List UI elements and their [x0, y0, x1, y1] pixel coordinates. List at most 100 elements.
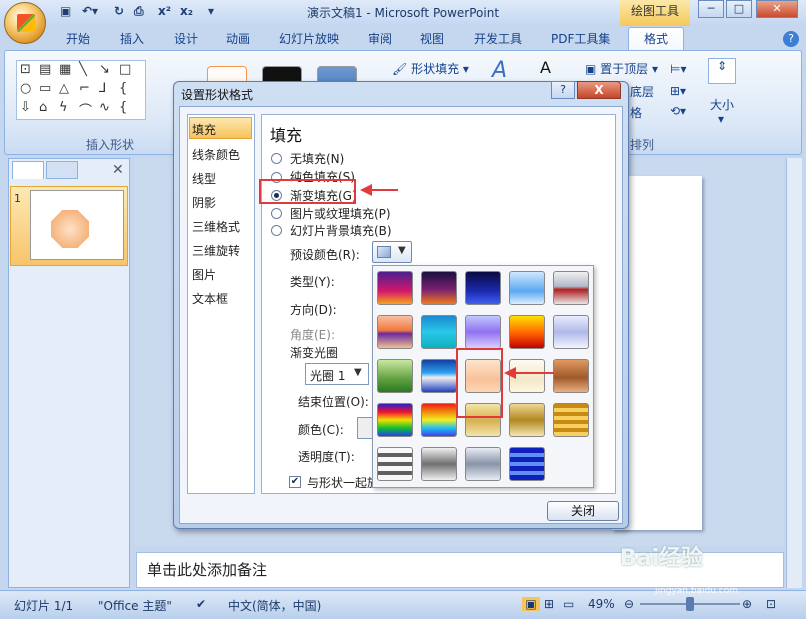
spellcheck-icon[interactable]: ✔ — [196, 597, 206, 611]
size-button[interactable]: 大小 — [710, 96, 734, 113]
align-icon[interactable]: ⊨▾ — [670, 62, 686, 76]
bring-to-front-button[interactable]: ▣ 置于顶层 ▾ — [585, 60, 658, 77]
lightning-shape-icon[interactable]: ϟ — [59, 100, 68, 115]
connector-shape-icon[interactable]: ⌐ — [79, 81, 90, 96]
shape-fill-button[interactable]: 🖌 形状填充 ▾ — [392, 60, 469, 77]
gradient-preset-swatch[interactable] — [465, 315, 501, 349]
category-picture[interactable]: 图片 — [192, 266, 216, 283]
down-arrow-shape-icon[interactable]: ⇩ — [20, 100, 31, 115]
arc-shape-icon[interactable]: ⌒ — [79, 100, 92, 119]
zoom-level[interactable]: 49% — [588, 597, 615, 611]
rotate-icon[interactable]: ⟲▾ — [670, 104, 686, 118]
selection-pane-label[interactable]: 格 — [630, 104, 642, 121]
gradient-preset-swatch[interactable] — [553, 359, 589, 393]
category-fill[interactable]: 填充 — [192, 121, 216, 138]
slide-sorter-icon[interactable]: ⊞ — [544, 597, 554, 611]
gradient-preset-swatch[interactable] — [421, 403, 457, 437]
tab-slideshow[interactable]: 幻灯片放映 — [279, 30, 339, 47]
gradient-preset-swatch[interactable] — [377, 403, 413, 437]
elbow-shape-icon[interactable]: ⅃ — [99, 81, 106, 96]
dialog-close-button[interactable]: 关闭 — [547, 501, 619, 521]
zoom-in-icon[interactable]: ⊕ — [742, 597, 752, 611]
gradient-preset-swatch[interactable] — [553, 271, 589, 305]
slideshow-view-icon[interactable]: ▭ — [563, 597, 574, 611]
rounded-rect-shape-icon[interactable]: ▭ — [39, 81, 51, 96]
zoom-out-icon[interactable]: ⊖ — [624, 597, 634, 611]
gradient-preset-swatch[interactable] — [553, 315, 589, 349]
dialog-close-x-button[interactable]: X — [577, 81, 621, 99]
freeform-shape-icon[interactable]: ⌂ — [39, 100, 47, 115]
gradient-preset-swatch[interactable] — [509, 315, 545, 349]
gradient-preset-swatch[interactable] — [377, 447, 413, 481]
gradient-preset-swatch[interactable] — [421, 447, 457, 481]
category-shadow[interactable]: 阴影 — [192, 194, 216, 211]
bracket-shape-icon[interactable]: { — [119, 100, 127, 115]
category-line-style[interactable]: 线型 — [192, 170, 216, 187]
gradient-preset-swatch[interactable] — [465, 447, 501, 481]
arrow-line-shape-icon[interactable]: ↘ — [99, 62, 110, 77]
gradient-preset-swatch[interactable] — [465, 271, 501, 305]
picture-fill-radio[interactable] — [271, 208, 282, 219]
send-to-back-label[interactable]: 底层 — [630, 83, 654, 100]
oval-shape-icon[interactable]: ○ — [20, 81, 31, 96]
close-pane-icon[interactable]: ✕ — [112, 162, 124, 178]
gradient-preset-swatch[interactable] — [377, 359, 413, 393]
gradient-preset-swatch[interactable] — [421, 359, 457, 393]
gradient-preset-swatch[interactable] — [553, 403, 589, 437]
gradient-preset-swatch[interactable] — [509, 271, 545, 305]
text-shape-icon[interactable]: ▤ — [39, 62, 51, 77]
tab-home[interactable]: 开始 — [66, 30, 90, 47]
language-indicator[interactable]: 中文(简体，中国) — [228, 597, 321, 614]
close-window-button[interactable]: ✕ — [756, 0, 798, 18]
vertical-scrollbar[interactable] — [786, 158, 802, 588]
textbox-shape-icon[interactable]: ⊡ — [20, 62, 31, 77]
no-fill-radio[interactable] — [271, 153, 282, 164]
category-text-box[interactable]: 文本框 — [192, 290, 228, 307]
shapes-gallery[interactable]: ⊡ ▤ ▦ ╲ ↘ □ ○ ▭ △ ⌐ ⅃ { ⇩ ⌂ ϟ ⌒ ∿ { — [16, 60, 146, 120]
gradient-preset-swatch[interactable] — [377, 271, 413, 305]
gradient-preset-swatch[interactable] — [377, 315, 413, 349]
tab-design[interactable]: 设计 — [174, 30, 198, 47]
group-icon[interactable]: ⊞▾ — [670, 84, 686, 98]
fit-to-window-icon[interactable]: ⊡ — [766, 597, 776, 611]
zoom-slider-handle[interactable] — [686, 597, 694, 611]
shape-fill-label: 形状填充 — [411, 62, 460, 76]
help-icon[interactable]: ? — [783, 31, 799, 47]
text-fill-icon[interactable]: A — [540, 58, 551, 77]
gradient-stop-select[interactable]: 光圈 1 ▼ — [305, 363, 369, 385]
slides-tab[interactable] — [12, 161, 44, 179]
tab-format[interactable]: 格式 — [628, 27, 684, 51]
gradient-preset-swatch[interactable] — [509, 447, 545, 481]
category-line-color[interactable]: 线条颜色 — [192, 146, 240, 163]
dialog-help-button[interactable]: ? — [551, 81, 575, 99]
tab-developer[interactable]: 开发工具 — [474, 30, 522, 47]
background-fill-radio[interactable] — [271, 225, 282, 236]
tab-insert[interactable]: 插入 — [120, 30, 144, 47]
tab-view[interactable]: 视图 — [420, 30, 444, 47]
wordart-style-icon[interactable]: A — [492, 58, 507, 83]
rotate-with-shape-checkbox[interactable]: ✔ — [289, 476, 301, 488]
category-3d-rotation[interactable]: 三维旋转 — [192, 242, 240, 259]
normal-view-icon[interactable]: ▣ — [522, 597, 540, 611]
gradient-preset-swatch[interactable] — [509, 403, 545, 437]
rectangle-shape-icon[interactable]: □ — [119, 62, 131, 77]
wave-shape-icon[interactable]: ∿ — [99, 100, 110, 115]
brace-shape-icon[interactable]: { — [119, 81, 127, 96]
color-picker-button[interactable] — [357, 417, 373, 439]
tab-animations[interactable]: 动画 — [226, 30, 250, 47]
category-3d-format[interactable]: 三维格式 — [192, 218, 240, 235]
table-shape-icon[interactable]: ▦ — [59, 62, 71, 77]
tab-pdf-tools[interactable]: PDF工具集 — [551, 30, 610, 47]
triangle-shape-icon[interactable]: △ — [59, 81, 69, 96]
gradient-preset-swatch[interactable] — [421, 271, 457, 305]
office-button[interactable] — [4, 2, 46, 44]
preset-colors-dropdown[interactable]: ▼ — [372, 241, 412, 263]
outline-tab[interactable] — [46, 161, 78, 179]
line-shape-icon[interactable]: ╲ — [79, 62, 87, 77]
gradient-preset-swatch[interactable] — [421, 315, 457, 349]
minimize-button[interactable]: ─ — [698, 0, 724, 18]
maximize-button[interactable]: □ — [726, 0, 752, 18]
size-dropdown-icon[interactable]: ▾ — [718, 112, 724, 126]
tab-review[interactable]: 审阅 — [368, 30, 392, 47]
size-icon[interactable]: ⇕ — [708, 58, 736, 84]
